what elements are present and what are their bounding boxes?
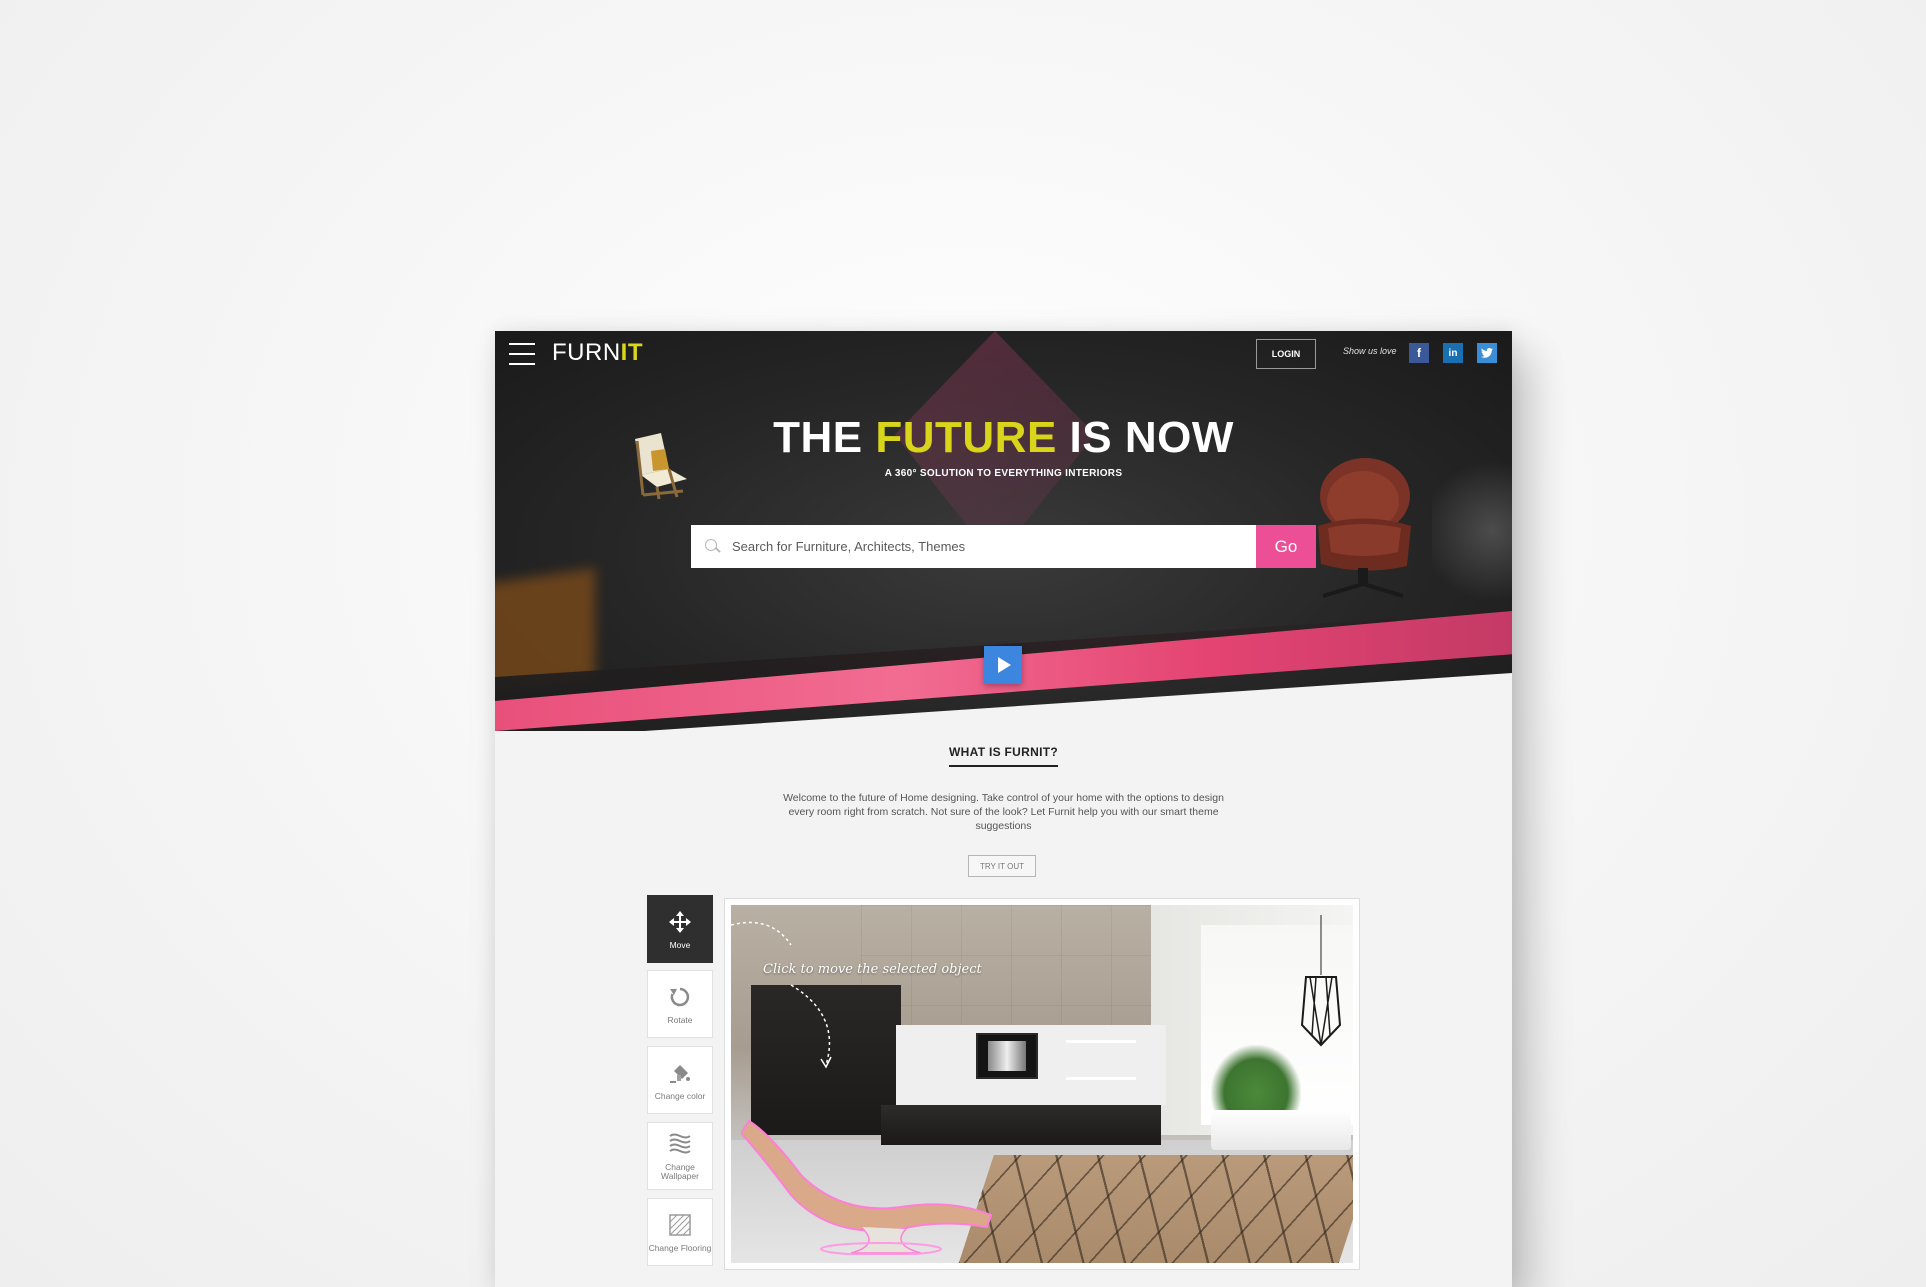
website-mockup: FURNIT LOGIN Show us love f in THE FUTUR… [495, 331, 1512, 1287]
login-button[interactable]: LOGIN [1256, 339, 1316, 369]
tool-label: Change Flooring [648, 1242, 712, 1253]
tool-change-flooring[interactable]: Change Flooring [647, 1198, 713, 1266]
linkedin-icon[interactable]: in [1443, 343, 1463, 363]
about-description: Welcome to the future of Home designing.… [783, 792, 1224, 832]
flooring-icon [667, 1212, 693, 1238]
room-preview-frame: Click to move the selected object [724, 898, 1360, 1270]
play-icon [998, 657, 1011, 673]
room-sofa [1211, 1110, 1351, 1150]
tool-change-wallpaper[interactable]: Change Wallpaper [647, 1122, 713, 1190]
search-input[interactable] [732, 525, 1256, 568]
brand-prefix: FURN [552, 339, 621, 366]
brand-logo[interactable]: FURNIT [552, 339, 643, 367]
tool-label: Change color [654, 1090, 706, 1101]
chandelier-image [1300, 915, 1342, 1047]
hero-title-part1: THE [773, 413, 876, 462]
brand-accent: IT [620, 339, 643, 366]
about-title: WHAT IS FURNIT? [949, 745, 1058, 759]
hero-title-part2: IS NOW [1056, 413, 1234, 462]
room-shelves [1066, 1040, 1136, 1080]
room-tv [976, 1033, 1038, 1079]
hero-section: FURNIT LOGIN Show us love f in THE FUTUR… [495, 331, 1512, 731]
tool-rotate[interactable]: Rotate [647, 970, 713, 1038]
tool-change-color[interactable]: Change color [647, 1046, 713, 1114]
hamburger-menu-icon[interactable] [509, 343, 535, 365]
play-video-button[interactable] [984, 646, 1022, 684]
hero-title: THE FUTURE IS NOW [495, 413, 1512, 463]
preview-hint-text: Click to move the selected object [763, 962, 982, 977]
social-label: Show us love [1343, 346, 1397, 356]
room-preview-image[interactable]: Click to move the selected object [731, 905, 1353, 1263]
search-icon [703, 537, 723, 557]
room-rug [958, 1155, 1353, 1263]
paint-bucket-icon [667, 1060, 693, 1086]
hint-arrow-icon [731, 921, 832, 1069]
tool-label: Rotate [667, 1014, 693, 1025]
twitter-icon[interactable] [1477, 343, 1497, 363]
facebook-icon[interactable]: f [1409, 343, 1429, 363]
about-title-underline [949, 765, 1058, 767]
hero-subtitle: A 360° SOLUTION TO EVERYTHING INTERIORS [884, 468, 1123, 479]
move-arrows-icon [667, 909, 693, 935]
tool-label: Move [669, 939, 691, 950]
rotate-icon [667, 984, 693, 1010]
wallpaper-icon [667, 1131, 693, 1157]
search-bar [691, 525, 1256, 568]
try-it-out-button[interactable]: TRY IT OUT [968, 855, 1036, 877]
hero-title-accent: FUTURE [875, 413, 1057, 462]
tool-label: Change Wallpaper [661, 1162, 699, 1181]
lounger-chair-image[interactable] [741, 1115, 1001, 1255]
tool-move[interactable]: Move [647, 895, 713, 963]
search-go-button[interactable]: Go [1256, 525, 1316, 568]
